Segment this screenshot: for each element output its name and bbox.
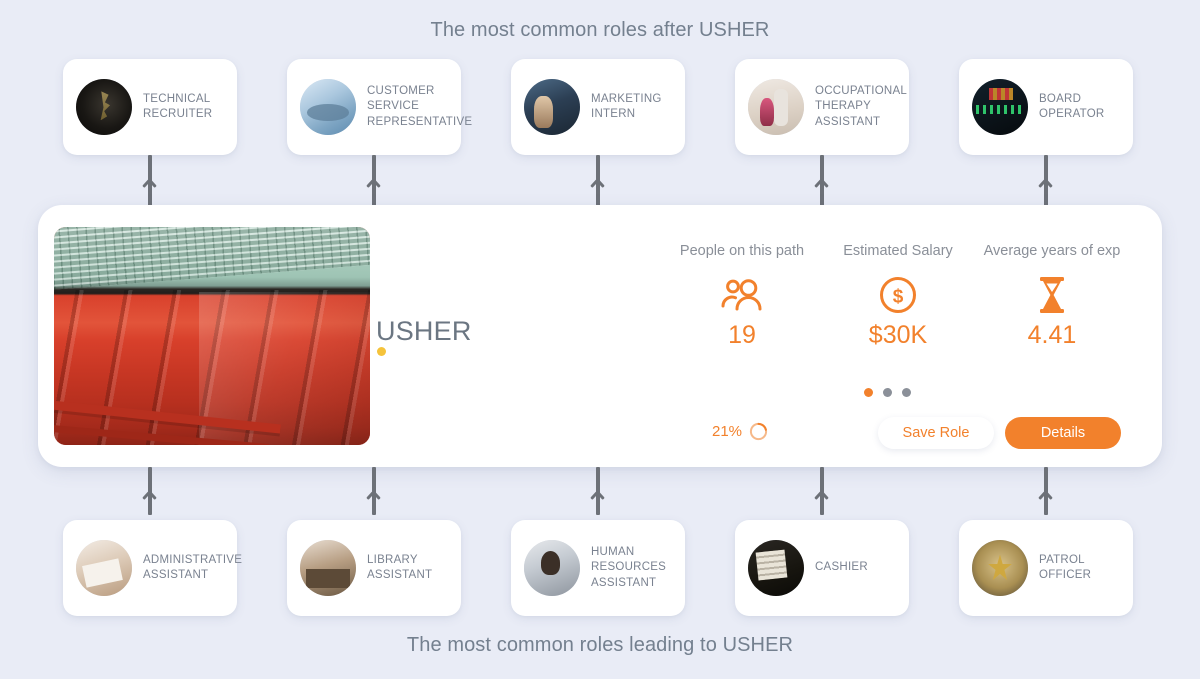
pager-dot-2[interactable] — [883, 388, 892, 397]
current-role-title: USHER — [376, 316, 472, 346]
connector-arrow-up-prev-4 — [1035, 467, 1057, 515]
svg-text:$: $ — [893, 287, 904, 308]
stat-value: 4.41 — [1027, 321, 1077, 349]
stat-label: Average years of exp — [983, 243, 1121, 259]
stat-average-years-of-exp: Average years of exp 4.41 — [972, 243, 1132, 350]
board-operator-thumbnail — [972, 79, 1028, 135]
people-icon — [662, 273, 822, 317]
stadium-seats-photo — [54, 227, 370, 445]
administrative-assistant-thumbnail — [76, 540, 132, 596]
role-card-marketing-intern[interactable]: MARKETING INTERN — [511, 59, 685, 155]
patrol-officer-thumbnail — [972, 540, 1028, 596]
stat-label: Estimated Salary — [843, 243, 953, 259]
role-card-technical-recruiter[interactable]: TECHNICAL RECRUITER — [63, 59, 237, 155]
role-card-label: BOARD OPERATOR — [1039, 92, 1105, 121]
role-card-occupational-therapy-assistant[interactable]: OCCUPATIONAL THERAPY ASSISTANT — [735, 59, 909, 155]
pager-dot-1[interactable] — [864, 388, 873, 397]
connector-arrow-up-next-2 — [587, 155, 609, 207]
role-card-patrol-officer[interactable]: PATROL OFFICER — [959, 520, 1133, 616]
role-card-cashier[interactable]: CASHIER — [735, 520, 909, 616]
role-card-label: CASHIER — [815, 561, 868, 574]
role-card-label: MARKETING INTERN — [591, 92, 662, 121]
career-path-page: The most common roles after USHER TECHNI… — [0, 0, 1200, 679]
role-card-label: CUSTOMER SERVICE REPRESENTATIVE — [367, 84, 473, 128]
connector-arrow-up-prev-2 — [587, 467, 609, 515]
connector-arrow-up-next-1 — [363, 155, 385, 207]
connector-arrow-up-next-4 — [1035, 155, 1057, 207]
page-title-previous-roles: The most common roles leading to USHER — [406, 634, 794, 656]
connector-arrow-up-prev-0 — [139, 467, 161, 515]
cashier-thumbnail — [748, 540, 804, 596]
connector-arrow-up-prev-1 — [363, 467, 385, 515]
role-card-label: PATROL OFFICER — [1039, 553, 1092, 582]
current-role-marker-dot — [377, 347, 386, 356]
library-assistant-thumbnail — [300, 540, 356, 596]
role-card-label: HUMAN RESOURCES ASSISTANT — [591, 545, 667, 589]
role-card-label: ADMINISTRATIVE ASSISTANT — [143, 553, 243, 582]
technical-recruiter-thumbnail — [76, 79, 132, 135]
stat-people-on-this-path: People on this path 19 — [662, 243, 822, 350]
page-title-next-roles: The most common roles after USHER — [430, 19, 770, 41]
role-card-board-operator[interactable]: BOARD OPERATOR — [959, 59, 1133, 155]
match-percent-label: 21% — [712, 423, 743, 440]
role-card-label: OCCUPATIONAL THERAPY ASSISTANT — [815, 84, 907, 128]
connector-arrow-up-prev-3 — [811, 467, 833, 515]
details-button[interactable]: Details — [1005, 417, 1121, 449]
role-card-library-assistant[interactable]: LIBRARY ASSISTANT — [287, 520, 461, 616]
stat-value: 19 — [728, 321, 756, 349]
stat-label: People on this path — [679, 243, 805, 259]
connector-arrow-up-next-0 — [139, 155, 161, 207]
role-card-label: LIBRARY ASSISTANT — [367, 553, 433, 582]
occupational-therapy-assistant-thumbnail — [748, 79, 804, 135]
marketing-intern-thumbnail — [524, 79, 580, 135]
save-role-button[interactable]: Save Role — [878, 417, 994, 449]
connector-arrow-up-next-3 — [811, 155, 833, 207]
carousel-pager[interactable] — [864, 388, 920, 397]
pager-dot-3[interactable] — [902, 388, 911, 397]
role-card-administrative-assistant[interactable]: ADMINISTRATIVE ASSISTANT — [63, 520, 242, 616]
human-resources-assistant-thumbnail — [524, 540, 580, 596]
hourglass-icon — [972, 273, 1132, 317]
dollar-circle-icon: $ — [822, 273, 974, 317]
role-card-human-resources-assistant[interactable]: HUMAN RESOURCES ASSISTANT — [511, 520, 685, 616]
match-percent: 21% — [712, 422, 768, 441]
role-card-customer-service-representative[interactable]: CUSTOMER SERVICE REPRESENTATIVE — [287, 59, 472, 155]
progress-ring-icon — [749, 422, 768, 441]
customer-service-representative-thumbnail — [300, 79, 356, 135]
stat-estimated-salary: Estimated Salary $ $30K — [822, 243, 974, 350]
stat-value: $30K — [868, 321, 928, 349]
role-card-label: TECHNICAL RECRUITER — [143, 92, 213, 121]
